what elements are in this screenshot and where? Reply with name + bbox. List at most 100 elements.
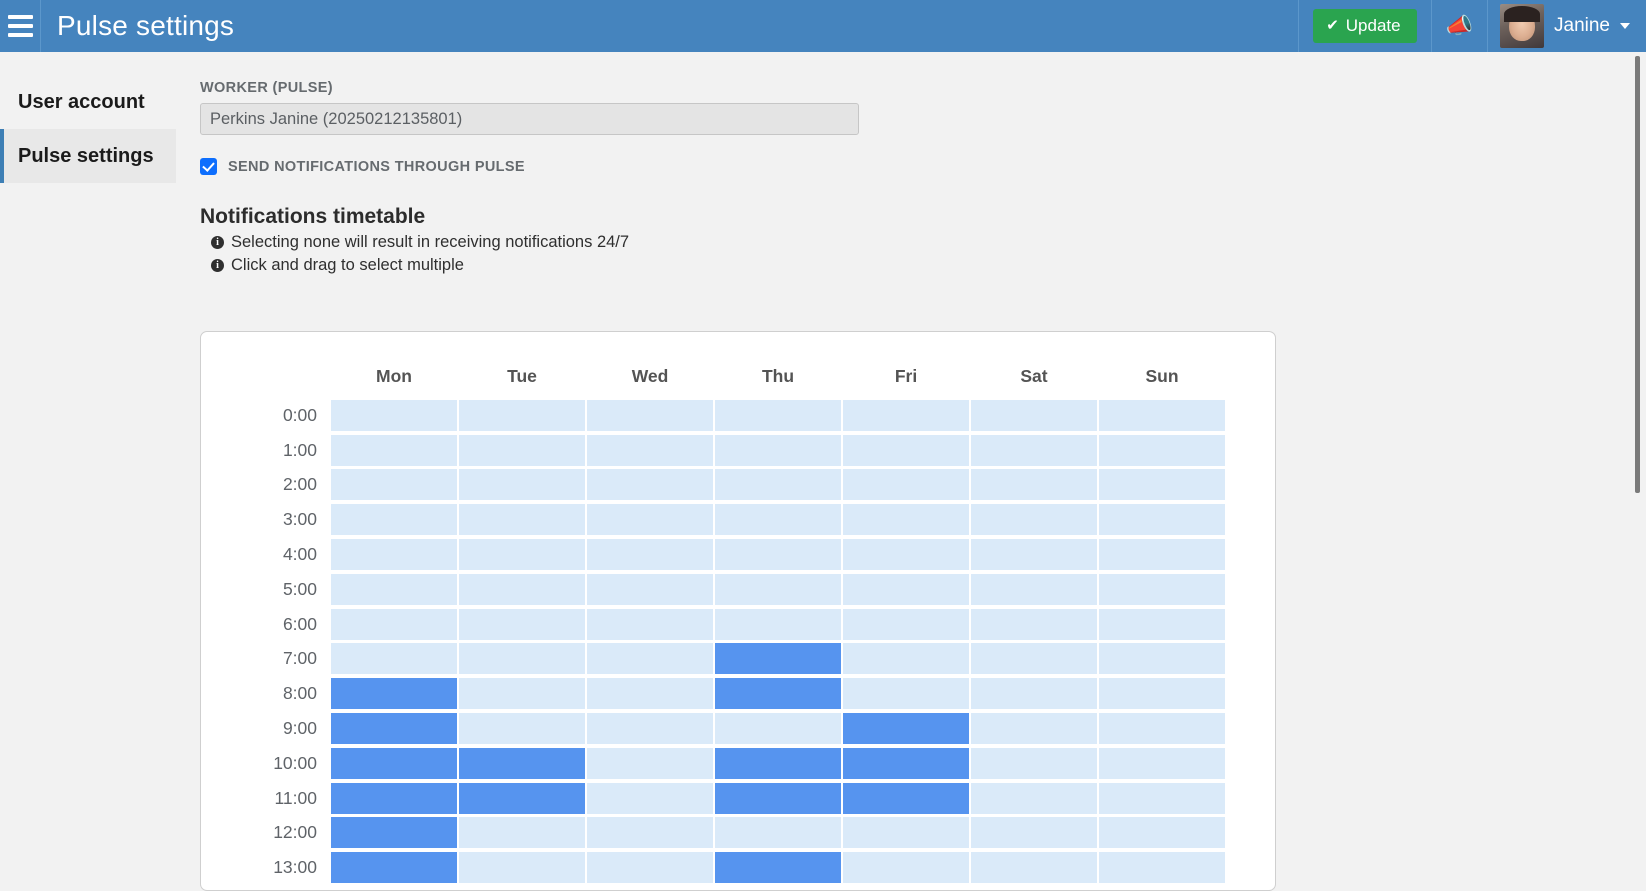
send-notifications-checkbox-row[interactable]: SEND NOTIFICATIONS THROUGH PULSE	[200, 158, 1300, 175]
timetable-cell-tue-1300[interactable]	[459, 852, 585, 884]
timetable-cell-wed-1000[interactable]	[587, 747, 713, 779]
timetable-cell-sun-100[interactable]	[1099, 434, 1225, 466]
timetable-cell-tue-900[interactable]	[459, 713, 585, 745]
sidebar-item-pulse-settings[interactable]: Pulse settings	[0, 129, 176, 183]
sidebar-item-user-account[interactable]: User account	[0, 75, 176, 129]
timetable-cell-wed-000[interactable]	[587, 399, 713, 431]
timetable-cell-thu-1100[interactable]	[715, 782, 841, 814]
timetable-cell-fri-500[interactable]	[843, 573, 969, 605]
timetable-cell-mon-000[interactable]	[331, 399, 457, 431]
update-button[interactable]: ✔ Update	[1313, 9, 1417, 43]
timetable-cell-sun-1100[interactable]	[1099, 782, 1225, 814]
worker-input[interactable]: Perkins Janine (20250212135801)	[200, 103, 859, 135]
announcements-button[interactable]: 📣	[1430, 0, 1487, 52]
timetable-cell-sun-1200[interactable]	[1099, 817, 1225, 849]
timetable-cell-fri-1100[interactable]	[843, 782, 969, 814]
timetable-cell-wed-1200[interactable]	[587, 817, 713, 849]
timetable-cell-tue-100[interactable]	[459, 434, 585, 466]
timetable-cell-thu-300[interactable]	[715, 504, 841, 536]
timetable-cell-fri-000[interactable]	[843, 399, 969, 431]
timetable-cell-mon-1200[interactable]	[331, 817, 457, 849]
timetable-cell-fri-600[interactable]	[843, 608, 969, 640]
timetable-cell-mon-500[interactable]	[331, 573, 457, 605]
timetable-cell-mon-1000[interactable]	[331, 747, 457, 779]
timetable-cell-mon-1100[interactable]	[331, 782, 457, 814]
timetable-cell-fri-900[interactable]	[843, 713, 969, 745]
timetable-cell-sun-800[interactable]	[1099, 678, 1225, 710]
timetable-cell-thu-500[interactable]	[715, 573, 841, 605]
timetable-cell-tue-1200[interactable]	[459, 817, 585, 849]
timetable-cell-fri-1000[interactable]	[843, 747, 969, 779]
timetable-cell-sat-300[interactable]	[971, 504, 1097, 536]
timetable-cell-mon-300[interactable]	[331, 504, 457, 536]
timetable-cell-sat-1300[interactable]	[971, 852, 1097, 884]
timetable-cell-sun-1300[interactable]	[1099, 852, 1225, 884]
timetable-cell-fri-300[interactable]	[843, 504, 969, 536]
timetable-cell-tue-800[interactable]	[459, 678, 585, 710]
page-scrollbar[interactable]	[1632, 52, 1646, 877]
timetable-cell-sat-900[interactable]	[971, 713, 1097, 745]
timetable-cell-sun-900[interactable]	[1099, 713, 1225, 745]
timetable-cell-mon-200[interactable]	[331, 469, 457, 501]
timetable-cell-sun-500[interactable]	[1099, 573, 1225, 605]
timetable-cell-sun-600[interactable]	[1099, 608, 1225, 640]
timetable-cell-fri-100[interactable]	[843, 434, 969, 466]
timetable-cell-thu-100[interactable]	[715, 434, 841, 466]
timetable-cell-thu-1200[interactable]	[715, 817, 841, 849]
timetable-cell-fri-1300[interactable]	[843, 852, 969, 884]
timetable-cell-fri-800[interactable]	[843, 678, 969, 710]
timetable-cell-mon-900[interactable]	[331, 713, 457, 745]
timetable-cell-sun-300[interactable]	[1099, 504, 1225, 536]
timetable-cell-fri-700[interactable]	[843, 643, 969, 675]
timetable-cell-mon-400[interactable]	[331, 539, 457, 571]
timetable-cell-mon-600[interactable]	[331, 608, 457, 640]
timetable-cell-sat-000[interactable]	[971, 399, 1097, 431]
timetable-cell-sat-200[interactable]	[971, 469, 1097, 501]
user-menu[interactable]: Janine	[1487, 0, 1646, 52]
timetable-cell-sat-700[interactable]	[971, 643, 1097, 675]
timetable-cell-tue-300[interactable]	[459, 504, 585, 536]
timetable-cell-tue-200[interactable]	[459, 469, 585, 501]
timetable-cell-fri-400[interactable]	[843, 539, 969, 571]
timetable-cell-sat-1100[interactable]	[971, 782, 1097, 814]
timetable-cell-wed-600[interactable]	[587, 608, 713, 640]
timetable-cell-sat-800[interactable]	[971, 678, 1097, 710]
page-scrollbar-thumb[interactable]	[1635, 56, 1640, 493]
timetable-cell-tue-1000[interactable]	[459, 747, 585, 779]
timetable-cell-mon-1300[interactable]	[331, 852, 457, 884]
timetable-cell-sun-700[interactable]	[1099, 643, 1225, 675]
timetable-cell-wed-500[interactable]	[587, 573, 713, 605]
timetable-cell-wed-800[interactable]	[587, 678, 713, 710]
timetable-cell-thu-600[interactable]	[715, 608, 841, 640]
timetable-cell-thu-400[interactable]	[715, 539, 841, 571]
timetable-cell-fri-200[interactable]	[843, 469, 969, 501]
timetable-cell-mon-800[interactable]	[331, 678, 457, 710]
timetable-cell-tue-000[interactable]	[459, 399, 585, 431]
timetable-cell-tue-600[interactable]	[459, 608, 585, 640]
timetable-cell-tue-1100[interactable]	[459, 782, 585, 814]
timetable-cell-wed-100[interactable]	[587, 434, 713, 466]
timetable-cell-sat-100[interactable]	[971, 434, 1097, 466]
timetable-cell-fri-1200[interactable]	[843, 817, 969, 849]
timetable-cell-sat-500[interactable]	[971, 573, 1097, 605]
timetable-cell-sat-400[interactable]	[971, 539, 1097, 571]
timetable-cell-tue-500[interactable]	[459, 573, 585, 605]
timetable-cell-wed-900[interactable]	[587, 713, 713, 745]
timetable-cell-thu-700[interactable]	[715, 643, 841, 675]
timetable-cell-tue-700[interactable]	[459, 643, 585, 675]
timetable-cell-sun-1000[interactable]	[1099, 747, 1225, 779]
timetable-cell-thu-800[interactable]	[715, 678, 841, 710]
timetable-cell-thu-200[interactable]	[715, 469, 841, 501]
timetable-cell-wed-1100[interactable]	[587, 782, 713, 814]
timetable-cell-sat-1000[interactable]	[971, 747, 1097, 779]
timetable-cell-sun-400[interactable]	[1099, 539, 1225, 571]
send-notifications-checkbox[interactable]	[200, 158, 217, 175]
timetable-cell-thu-1300[interactable]	[715, 852, 841, 884]
timetable-cell-thu-000[interactable]	[715, 399, 841, 431]
hamburger-menu-icon[interactable]	[0, 0, 41, 52]
timetable-cell-sun-200[interactable]	[1099, 469, 1225, 501]
timetable-cell-thu-900[interactable]	[715, 713, 841, 745]
timetable-cell-sun-000[interactable]	[1099, 399, 1225, 431]
timetable-cell-wed-400[interactable]	[587, 539, 713, 571]
timetable-cell-sat-600[interactable]	[971, 608, 1097, 640]
